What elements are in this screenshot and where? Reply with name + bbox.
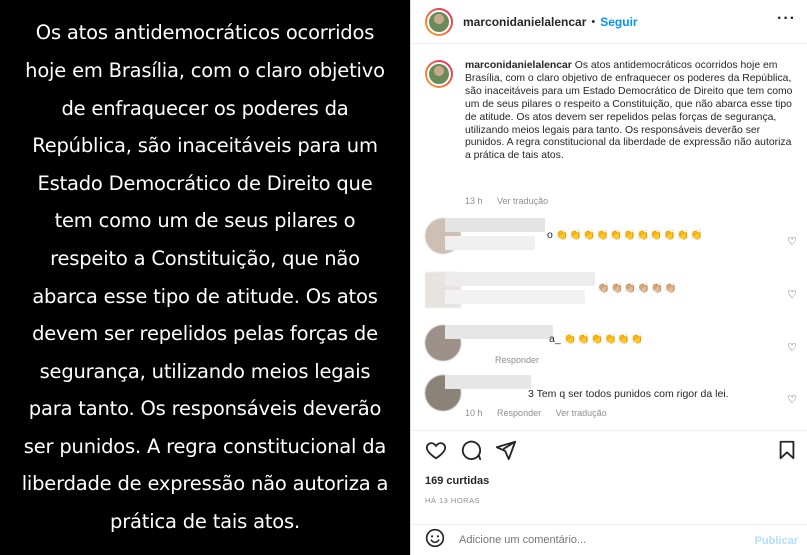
comment-reply-link[interactable]: Responder (495, 355, 539, 365)
bookmark-icon[interactable] (776, 439, 798, 465)
media-line: Os atos antidemocráticos ocorridos (35, 21, 375, 45)
heart-icon[interactable] (425, 439, 447, 465)
media-line: abarca esse tipo de atitude. Os atos (32, 284, 378, 308)
comment-text: a_ 👏👏👏👏👏👏 (549, 333, 644, 345)
media-line: tem como um de seus pilares o (54, 209, 356, 233)
blurred-username (445, 272, 595, 286)
comment-meta: Responder (495, 355, 551, 365)
author-username[interactable]: marconidanielalencar (463, 15, 586, 29)
comment-like-icon[interactable]: ♡ (787, 288, 797, 301)
caption-time: 13 h (465, 196, 483, 206)
comment-input[interactable] (459, 534, 739, 546)
comment-text-suffix: a_ (549, 333, 561, 345)
caption-text: marconidanielalencar Os atos antidemocrá… (465, 60, 795, 163)
emoji-icon[interactable] (425, 528, 445, 553)
caption-username[interactable]: marconidanielalencar (465, 60, 572, 71)
post-media-text: Os atos antidemocráticos ocorridos hoje … (5, 14, 405, 540)
blurred-username (445, 218, 545, 232)
caption-meta: 13 h Ver tradução (465, 196, 560, 206)
comment-text: o 👏👏👏👏👏👏👏👏👏👏👏 (547, 229, 704, 241)
caption-translate-link[interactable]: Ver tradução (497, 196, 548, 206)
media-line: hoje em Brasília, com o claro objetivo (25, 58, 385, 82)
media-line: ser punidos. A regra constitucional da (23, 434, 387, 458)
post-caption: marconidanielalencar Os atos antidemocrá… (425, 60, 795, 206)
separator-dot: • (591, 15, 596, 28)
post-timestamp: HÁ 13 HORAS (425, 496, 481, 505)
more-horizontal-icon[interactable]: ··· (777, 11, 796, 27)
comment-item: a_ 👏👏👏👏👏👏 Responder ♡ (425, 325, 805, 371)
comment-like-icon[interactable]: ♡ (787, 393, 797, 406)
post-header: marconidanielalencar • Seguir ··· (411, 0, 807, 44)
media-line: Estado Democrático de Direito que (37, 171, 373, 195)
caption-avatar[interactable] (425, 60, 453, 88)
media-line: liberdade de expressão não autoriza a (21, 472, 389, 496)
caption-body: Os atos antidemocráticos ocorridos hoje … (465, 60, 793, 162)
blurred-username (445, 325, 553, 339)
comment-like-icon[interactable]: ♡ (787, 235, 797, 248)
comment-item: o 👏👏👏👏👏👏👏👏👏👏👏 ♡ (425, 218, 805, 264)
publish-button[interactable]: Publicar (755, 535, 798, 547)
media-line: República, são inaceitáveis para um (32, 134, 378, 158)
blurred-text (445, 290, 585, 304)
comment-text-suffix: o (547, 229, 553, 241)
media-line: respeito a Constituição, que não (50, 246, 360, 270)
comment-text: 3 Tem q ser todos punidos com rigor da l… (528, 388, 729, 400)
author-avatar[interactable] (425, 7, 453, 36)
comment-like-icon[interactable]: ♡ (787, 341, 797, 354)
comment-text: 👏🏼👏🏼👏🏼👏🏼👏🏼👏🏼 (597, 282, 678, 294)
comment-translate-link[interactable]: Ver tradução (556, 408, 607, 418)
comment-item: 3 Tem q ser todos punidos com rigor da l… (425, 375, 805, 421)
comment-reply-link[interactable]: Responder (497, 408, 541, 418)
follow-button[interactable]: Seguir (600, 15, 637, 29)
media-line: devem ser repelidos pelas forças de (32, 322, 378, 346)
comment-icon[interactable] (460, 439, 482, 465)
media-line: para tanto. Os responsáveis deverão (28, 397, 382, 421)
clap-emojis: 👏🏼👏🏼👏🏼👏🏼👏🏼👏🏼 (597, 283, 678, 294)
share-icon[interactable] (495, 439, 517, 465)
post-media: Os atos antidemocráticos ocorridos hoje … (0, 0, 410, 555)
likes-count[interactable]: 169 curtidas (425, 475, 489, 487)
add-comment-bar: Publicar (411, 524, 807, 555)
post-panel: marconidanielalencar • Seguir ··· marcon… (410, 0, 807, 555)
clap-emojis: 👏👏👏👏👏👏👏👏👏👏👏 (555, 230, 704, 241)
comment-time: 10 h (465, 408, 483, 418)
blurred-text (445, 236, 535, 250)
clap-emojis: 👏👏👏👏👏👏 (563, 334, 645, 345)
action-bar (411, 430, 807, 470)
comment-meta: 10 h Responder Ver tradução (465, 408, 619, 418)
media-line: segurança, utilizando meios legais (39, 359, 371, 383)
media-line: de enfraquecer os poderes da (61, 96, 349, 120)
comment-item: 👏🏼👏🏼👏🏼👏🏼👏🏼👏🏼 ♡ (425, 272, 805, 318)
media-line: prática de tais atos. (110, 510, 300, 534)
blurred-username (445, 375, 531, 389)
